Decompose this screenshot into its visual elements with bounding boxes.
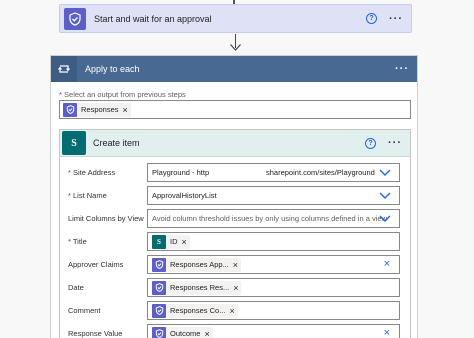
clear-field-icon[interactable]: × <box>384 258 390 270</box>
approval-icon <box>152 280 166 295</box>
site-address-dropdown[interactable]: Playground - http sharepoint.com/sites/P… <box>147 163 400 182</box>
sharepoint-icon: S <box>152 234 166 249</box>
date-input[interactable]: Responses Res... × <box>147 278 400 297</box>
responses-token[interactable]: Responses × <box>63 102 131 117</box>
create-item-header[interactable]: S Create item ? ··· <box>60 130 410 157</box>
remove-token-icon[interactable]: × <box>123 105 128 115</box>
remove-token-icon[interactable]: × <box>204 329 209 338</box>
select-output-label: * Select an output from previous steps <box>59 90 186 99</box>
approval-icon <box>152 257 166 272</box>
approver-claims-row: Approver Claims Responses App... × × <box>60 255 412 275</box>
clear-field-icon[interactable]: × <box>384 327 390 338</box>
select-output-input[interactable]: Responses × <box>59 100 411 119</box>
list-name-label: * List Name <box>68 191 107 200</box>
site-address-row: * Site Address Playground - http sharepo… <box>60 163 412 183</box>
list-name-row: * List Name ApprovalHistoryList <box>60 186 412 206</box>
comment-input[interactable]: Responses Co... × <box>147 301 400 320</box>
response-value-row: Response Value Outcome × × <box>60 324 412 338</box>
id-token[interactable]: S ID × <box>152 234 190 249</box>
help-icon[interactable]: ? <box>365 137 376 149</box>
limit-columns-dropdown[interactable]: Avoid column threshold issues by only us… <box>147 209 400 228</box>
date-label: Date <box>68 283 84 292</box>
arrow-down-icon <box>230 44 241 51</box>
more-options-icon[interactable]: ··· <box>388 137 402 149</box>
response-value-label: Response Value <box>68 329 123 338</box>
remove-token-icon[interactable]: × <box>233 260 238 270</box>
title-label: * Title <box>68 237 87 246</box>
apply-to-each-card: Apply to each ··· * Select an output fro… <box>50 55 418 338</box>
approval-title: Start and wait for an approval <box>94 13 212 24</box>
create-item-title: Create item <box>93 138 140 148</box>
limit-columns-row: Limit Columns by View Avoid column thres… <box>60 209 412 229</box>
more-options-icon[interactable]: ··· <box>395 63 409 75</box>
title-row: * Title S ID × <box>60 232 412 252</box>
title-input[interactable]: S ID × <box>147 232 400 251</box>
approval-icon <box>152 326 166 338</box>
comment-row: Comment Responses Co... × <box>60 301 412 321</box>
approval-icon <box>152 303 166 318</box>
remove-token-icon[interactable]: × <box>182 237 187 247</box>
approval-icon <box>63 102 77 117</box>
create-item-card: S Create item ? ··· * Site Address Playg… <box>59 129 411 338</box>
response-value-input[interactable]: Outcome × × <box>147 324 400 338</box>
responses-comment-token[interactable]: Responses Co... × <box>152 303 238 318</box>
remove-token-icon[interactable]: × <box>229 306 234 316</box>
help-icon[interactable]: ? <box>366 13 377 24</box>
limit-columns-label: Limit Columns by View <box>68 214 144 223</box>
approval-icon <box>64 7 86 30</box>
site-address-label: * Site Address <box>68 168 116 177</box>
chevron-down-icon[interactable] <box>379 214 391 223</box>
approver-claims-label: Approver Claims <box>68 260 124 269</box>
chevron-down-icon[interactable] <box>379 191 391 200</box>
sharepoint-icon: S <box>62 131 86 155</box>
list-name-dropdown[interactable]: ApprovalHistoryList <box>147 186 400 205</box>
apply-to-each-header[interactable]: Apply to each ··· <box>51 56 417 82</box>
outcome-token[interactable]: Outcome × <box>152 326 213 338</box>
date-row: Date Responses Res... × <box>60 278 412 298</box>
remove-token-icon[interactable]: × <box>233 283 238 293</box>
loop-icon <box>51 56 77 82</box>
approval-action-card[interactable]: Start and wait for an approval ? ··· <box>59 4 412 33</box>
apply-to-each-title: Apply to each <box>85 64 140 74</box>
chevron-down-icon[interactable] <box>379 168 391 177</box>
more-options-icon[interactable]: ··· <box>389 13 403 25</box>
responses-approver-token[interactable]: Responses App... × <box>152 257 242 272</box>
responses-date-token[interactable]: Responses Res... × <box>152 280 242 295</box>
approver-claims-input[interactable]: Responses App... × × <box>147 255 400 274</box>
comment-label: Comment <box>68 306 101 315</box>
